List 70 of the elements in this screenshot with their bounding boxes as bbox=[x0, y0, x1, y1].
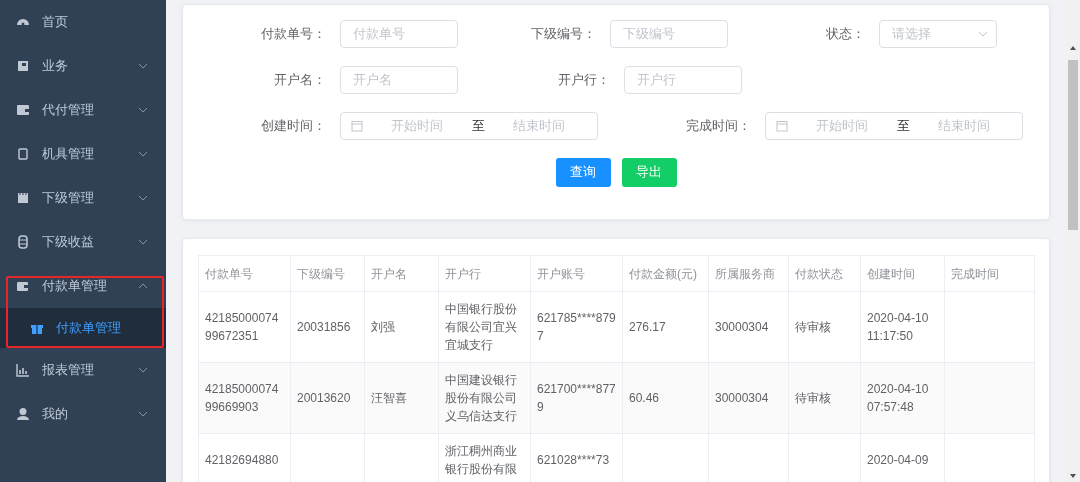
column-header[interactable]: 付款状态 bbox=[788, 255, 861, 292]
table-cell: 42182694880 bbox=[198, 433, 291, 482]
table-cell: 中国建设银行股份有限公司义乌信达支行 bbox=[438, 362, 531, 434]
range-separator: 至 bbox=[896, 117, 910, 135]
calendar-icon bbox=[776, 120, 788, 132]
column-header[interactable]: 开户名 bbox=[364, 255, 439, 292]
sidebar-item[interactable]: 机具管理 bbox=[0, 132, 166, 176]
search-button[interactable]: 查询 bbox=[555, 158, 611, 187]
table-cell: 20031856 bbox=[290, 291, 365, 363]
table-cell: 621785****8797 bbox=[530, 291, 623, 363]
user-icon bbox=[16, 407, 30, 421]
table-cell: 刘强 bbox=[364, 291, 439, 363]
column-header[interactable]: 开户行 bbox=[438, 255, 531, 292]
table-cell: 汪智喜 bbox=[364, 362, 439, 434]
table-cell: 621700****8779 bbox=[530, 362, 623, 434]
input-field[interactable]: 开户行 bbox=[624, 66, 742, 94]
chevron-down-icon bbox=[978, 31, 989, 37]
field-label: 下级编号： bbox=[529, 25, 596, 43]
sidebar-item[interactable]: 下级管理 bbox=[0, 176, 166, 220]
column-header[interactable]: 创建时间 bbox=[860, 255, 945, 292]
column-header[interactable]: 完成时间 bbox=[944, 255, 1035, 292]
table-cell: 2020-04-10 11:17:50 bbox=[860, 291, 945, 363]
column-header[interactable]: 付款金额(元) bbox=[622, 255, 709, 292]
input-field[interactable]: 开户名 bbox=[340, 66, 458, 94]
table-cell: 4218500007499672351 bbox=[198, 291, 291, 363]
field-label: 完成时间： bbox=[685, 117, 751, 135]
chart-icon bbox=[16, 363, 30, 377]
book-icon bbox=[16, 59, 30, 73]
table-cell: 276.17 bbox=[622, 291, 709, 363]
start-date-field[interactable]: 开始时间 bbox=[369, 119, 466, 133]
input-field[interactable]: 下级编号 bbox=[609, 20, 728, 48]
wallet-icon bbox=[16, 279, 30, 293]
field-label: 付款单号： bbox=[260, 25, 326, 43]
input-field[interactable]: 付款单号 bbox=[340, 20, 458, 48]
table-cell: 4218500007499669903 bbox=[198, 362, 291, 434]
calendar-icon bbox=[351, 120, 363, 132]
wallet-icon bbox=[16, 103, 30, 117]
end-date-field[interactable]: 结束时间 bbox=[915, 119, 1012, 133]
submenu-item[interactable]: 付款单管理 bbox=[0, 308, 166, 348]
phone-icon bbox=[16, 147, 30, 161]
sidebar-item[interactable]: 报表管理 bbox=[0, 348, 166, 392]
end-date-field[interactable]: 结束时间 bbox=[490, 119, 587, 133]
table-cell: 中国银行股份有限公司宜兴宜城支行 bbox=[438, 291, 531, 363]
field-label: 开户行： bbox=[557, 71, 610, 89]
field-label: 开户名： bbox=[273, 71, 326, 89]
table-cell: 60.46 bbox=[622, 362, 709, 434]
column-header[interactable]: 下级编号 bbox=[290, 255, 365, 292]
field-label: 状态： bbox=[825, 25, 866, 43]
range-separator: 至 bbox=[471, 117, 485, 135]
column-header[interactable]: 开户账号 bbox=[530, 255, 623, 292]
table-cell: 2020-04-10 07:57:48 bbox=[860, 362, 945, 434]
start-date-field[interactable]: 开始时间 bbox=[794, 119, 891, 133]
sidebar-item[interactable]: 业务 bbox=[0, 44, 166, 88]
table-cell: 待审核 bbox=[788, 291, 861, 363]
table-cell: 30000304 bbox=[708, 291, 789, 363]
sidebar-item[interactable]: 付款单管理 bbox=[0, 264, 166, 308]
column-header[interactable]: 付款单号 bbox=[198, 255, 291, 292]
table-cell: 20013620 bbox=[290, 362, 365, 434]
database-icon bbox=[16, 235, 30, 249]
sidebar-item[interactable]: 首页 bbox=[0, 0, 166, 44]
export-button[interactable]: 导出 bbox=[621, 158, 677, 187]
table-cell: 待审核 bbox=[788, 362, 861, 434]
field-label: 创建时间： bbox=[260, 117, 326, 135]
sidebar-item[interactable]: 我的 bbox=[0, 392, 166, 436]
select-field[interactable]: 请选择 bbox=[879, 20, 998, 48]
sidebar-item[interactable]: 代付管理 bbox=[0, 88, 166, 132]
table-cell: 30000304 bbox=[708, 362, 789, 434]
sidebar-item[interactable]: 下级收益 bbox=[0, 220, 166, 264]
folder-icon bbox=[16, 191, 30, 205]
column-header[interactable]: 所属服务商 bbox=[708, 255, 789, 292]
